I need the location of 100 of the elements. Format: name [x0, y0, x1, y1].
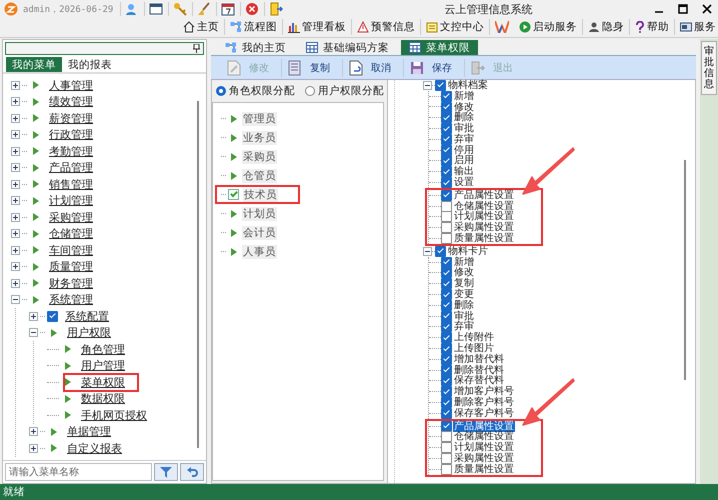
side-tab[interactable]: 审批信息 — [701, 41, 717, 95]
role-item[interactable]: 采购员 — [242, 150, 277, 164]
toolbar-button[interactable]: 保存 — [404, 58, 465, 76]
menu-item[interactable]: 手机网页授权 — [77, 406, 151, 425]
document-tab[interactable]: 基础编码方案 — [298, 40, 397, 55]
nav-button[interactable]: 启动服务 — [514, 19, 583, 35]
close-icon[interactable] — [702, 4, 712, 14]
refresh-button[interactable] — [180, 463, 204, 481]
role-item[interactable]: 仓管员 — [242, 168, 277, 182]
calendar-icon[interactable] — [216, 2, 236, 16]
permission-item[interactable]: 保存客户料号 — [453, 408, 515, 419]
permission-item[interactable]: 上传附件 — [453, 332, 495, 344]
permission-item[interactable]: 质量属性设置 — [453, 464, 515, 475]
checkbox[interactable] — [441, 200, 452, 212]
checkbox[interactable] — [228, 189, 239, 200]
expand-icon[interactable] — [11, 212, 20, 222]
search-field[interactable]: 请输入菜单名称 — [5, 463, 152, 481]
permission-item[interactable]: 设置 — [453, 177, 475, 188]
permission-item[interactable]: 复制 — [453, 278, 475, 290]
menu-item[interactable]: 计划管理 — [45, 191, 97, 210]
checkbox[interactable] — [441, 289, 452, 300]
expand-icon[interactable] — [29, 427, 38, 436]
checkbox[interactable] — [47, 310, 58, 322]
permission-item[interactable]: 新增 — [453, 90, 475, 102]
menu-item[interactable]: 系统管理 — [45, 290, 97, 310]
checkbox[interactable] — [441, 453, 452, 464]
menu-item[interactable]: 仓储管理 — [45, 224, 97, 244]
collapse-icon[interactable] — [423, 246, 432, 256]
checkbox[interactable] — [441, 177, 452, 188]
document-tab[interactable]: 我的主页 — [217, 40, 294, 55]
permission-item[interactable]: 审批 — [453, 123, 475, 134]
nav-button[interactable]: 主页 — [178, 19, 225, 35]
menu-item[interactable]: 用户管理 — [77, 356, 129, 376]
checkbox[interactable] — [441, 211, 452, 222]
checkbox[interactable] — [441, 442, 452, 454]
menu-item[interactable]: 车间管理 — [45, 240, 97, 260]
permission-item[interactable]: 产品属性设置 — [453, 190, 515, 201]
nav-button[interactable]: 帮助 — [630, 19, 675, 35]
collapse-icon[interactable] — [11, 295, 20, 304]
menu-item[interactable]: 人事管理 — [45, 76, 97, 95]
menu-item[interactable]: 系统配置 — [61, 306, 113, 326]
permission-item[interactable]: 新增 — [453, 256, 475, 268]
logo-icon[interactable] — [495, 21, 509, 33]
nav-button[interactable]: 流程图 — [225, 19, 283, 35]
exit-icon[interactable] — [264, 2, 284, 16]
menu-item[interactable]: 质量管理 — [45, 257, 97, 276]
checkbox[interactable] — [435, 246, 446, 257]
checkbox[interactable] — [441, 420, 452, 432]
permission-item[interactable]: 采购属性设置 — [453, 222, 515, 234]
role-item[interactable]: 计划员 — [242, 206, 277, 220]
checkbox[interactable] — [441, 300, 452, 311]
menu-item[interactable]: 用户权限 — [63, 323, 115, 342]
nav-button[interactable]: 服务 — [675, 19, 718, 35]
permission-item[interactable]: 删除替代料 — [453, 364, 505, 376]
radio-button[interactable]: 用户权限分配 — [305, 84, 384, 98]
permission-item[interactable]: 停用 — [453, 144, 475, 156]
key-icon[interactable] — [168, 2, 188, 16]
checkbox[interactable] — [441, 134, 452, 145]
checkbox[interactable] — [441, 408, 452, 419]
menu-item[interactable]: 绩效管理 — [45, 92, 97, 112]
permission-item[interactable]: 质量属性设置 — [453, 233, 515, 244]
checkbox[interactable] — [441, 233, 452, 244]
nav-button[interactable]: 隐身 — [583, 19, 630, 35]
sidebar-tab[interactable]: 我的菜单 — [6, 57, 62, 72]
expand-icon[interactable] — [11, 97, 20, 106]
pin-icon[interactable] — [193, 44, 200, 53]
checkbox[interactable] — [441, 222, 452, 234]
permission-item[interactable]: 输出 — [453, 166, 475, 178]
permission-item[interactable]: 计划属性设置 — [453, 442, 515, 454]
permission-item[interactable]: 删除 — [453, 112, 475, 124]
expand-icon[interactable] — [11, 246, 20, 255]
sidebar-tab[interactable]: 我的报表 — [62, 57, 118, 72]
expand-icon[interactable] — [29, 444, 38, 453]
permission-item[interactable]: 审批 — [453, 310, 475, 322]
permission-item[interactable]: 启用 — [453, 155, 475, 166]
menu-item[interactable]: 产品管理 — [45, 158, 97, 178]
role-item[interactable]: 技术员 — [243, 188, 278, 202]
expand-icon[interactable] — [11, 130, 20, 140]
checkbox[interactable] — [441, 464, 452, 475]
expand-icon[interactable] — [11, 229, 20, 238]
nav-button[interactable]: 预警信息 — [352, 19, 421, 35]
collapse-icon[interactable] — [29, 328, 38, 338]
permission-item[interactable]: 增加客户料号 — [453, 386, 515, 398]
menu-item[interactable]: 销售管理 — [45, 174, 97, 194]
permission-item[interactable]: 采购属性设置 — [453, 453, 515, 464]
expand-icon[interactable] — [11, 180, 20, 189]
permission-group[interactable]: 物料卡片 — [447, 246, 489, 257]
permission-item[interactable]: 仓储属性设置 — [453, 431, 515, 442]
role-item[interactable]: 业务员 — [242, 130, 277, 144]
maximize-icon[interactable] — [678, 4, 688, 14]
collapse-icon[interactable] — [423, 80, 432, 90]
permission-item[interactable]: 删除客户料号 — [453, 397, 515, 408]
permission-item[interactable]: 修改 — [453, 102, 475, 112]
menu-item[interactable]: 行政管理 — [45, 125, 97, 144]
permission-item[interactable]: 弃审 — [453, 134, 475, 145]
permission-item[interactable]: 删除 — [453, 300, 475, 311]
permission-item[interactable]: 修改 — [453, 267, 475, 278]
menu-item[interactable]: 采购管理 — [45, 208, 97, 227]
menu-item[interactable]: 单据管理 — [63, 422, 115, 442]
menu-item[interactable]: 数据权限 — [77, 389, 129, 408]
